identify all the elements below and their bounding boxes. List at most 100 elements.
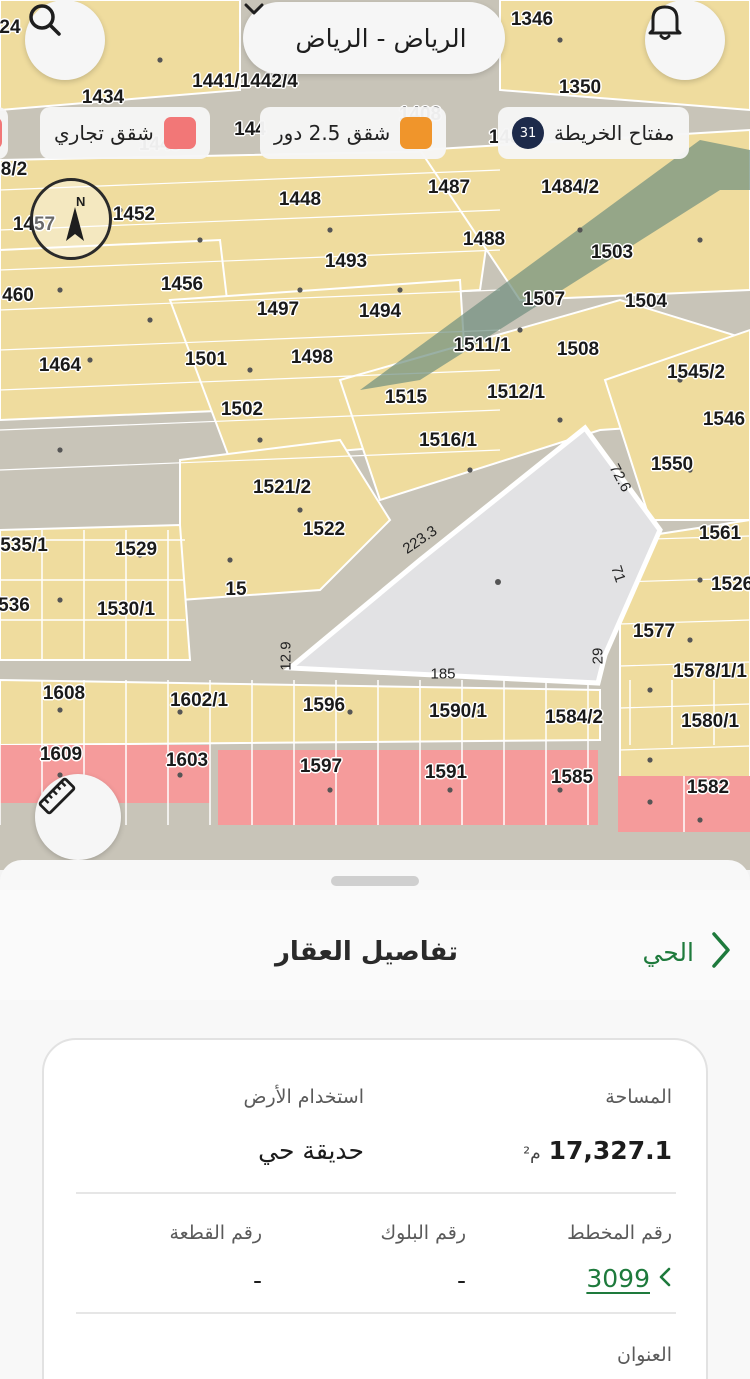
sheet-drag-handle[interactable]: [331, 876, 419, 886]
plot-dot: [57, 447, 63, 453]
plot-number-label[interactable]: 1596: [303, 695, 345, 717]
city-selector[interactable]: الرياض - الرياض: [243, 2, 505, 74]
plot-number-label[interactable]: 1487: [428, 177, 470, 199]
plot-number-label[interactable]: 1561: [699, 523, 741, 545]
land-use-value: حديقة حي: [258, 1136, 364, 1165]
plot-number-label[interactable]: 1546: [703, 409, 745, 431]
plot-number-label[interactable]: 1580/1: [681, 711, 739, 733]
map-view[interactable]: 24134614341441/1442/41404135014081449144…: [0, 0, 750, 870]
area-value: 17,327.1: [548, 1136, 672, 1165]
residential-block: [0, 678, 601, 747]
map-key-button[interactable]: مفتاح الخريطة 31: [498, 107, 689, 159]
plot-number-label[interactable]: 1577: [633, 621, 675, 643]
legend-item-partial[interactable]: [0, 107, 8, 159]
plot-number-label[interactable]: 1452: [113, 204, 155, 226]
plot-number-label[interactable]: 1484/2: [541, 177, 599, 199]
plan-number-label: رقم المخطط: [567, 1222, 672, 1244]
plot-number-label[interactable]: 1529: [115, 539, 157, 561]
plot-number-label[interactable]: 1503: [591, 242, 633, 264]
plot-number-label: رقم القطعة: [169, 1222, 262, 1244]
compass-button[interactable]: N: [30, 178, 112, 260]
property-details-card: المساحة استخدام الأرض 17,327.1 م² حديقة …: [42, 1038, 708, 1379]
search-button[interactable]: [25, 0, 105, 80]
area-value-group: 17,327.1 م²: [523, 1136, 672, 1165]
plot-number-label[interactable]: 15: [225, 579, 246, 601]
plot-dot: [257, 437, 263, 443]
dimension-label: 12.9: [277, 641, 295, 671]
plot-number-label[interactable]: 1493: [325, 251, 367, 273]
plot-number-label[interactable]: 1494: [359, 301, 401, 323]
plot-number-label[interactable]: 1504: [625, 291, 667, 313]
plot-number-label[interactable]: 1488: [463, 229, 505, 251]
plot-number-label[interactable]: 1521/2: [253, 477, 311, 499]
plot-number-label[interactable]: 1522: [303, 519, 345, 541]
plot-number-label[interactable]: 1526/2: [711, 574, 750, 596]
plot-number-label[interactable]: 1545/2: [667, 362, 725, 384]
district-label: الحي: [642, 937, 694, 967]
svg-text:N: N: [76, 194, 85, 209]
legend-label: شقق 2.5 دور: [274, 121, 391, 145]
plot-number-label[interactable]: 1501: [185, 349, 227, 371]
plot-number-label[interactable]: 1508: [557, 339, 599, 361]
plot-number-label[interactable]: 1441/1442/4: [192, 71, 298, 93]
plot-number-label[interactable]: 1578/1/1: [673, 661, 747, 683]
notifications-button[interactable]: [645, 0, 725, 80]
plan-number-link[interactable]: 3099: [586, 1264, 672, 1293]
plot-number-label[interactable]: 1498: [291, 347, 333, 369]
plot-dot: [297, 507, 303, 513]
plot-number-label[interactable]: 8/2: [1, 159, 27, 181]
plot-number-label[interactable]: 1609: [40, 744, 82, 766]
district-link[interactable]: الحي: [642, 930, 732, 974]
plot-number-label[interactable]: 1456: [161, 274, 203, 296]
plot-number-label[interactable]: 1591: [425, 762, 467, 784]
plot-dot: [687, 637, 693, 643]
plot-number-label[interactable]: 1497: [257, 299, 299, 321]
legend-item-apartments-2-5-floors[interactable]: شقق 2.5 دور: [260, 107, 447, 159]
plot-center-dot: [495, 579, 501, 585]
plot-number-label[interactable]: 1516/1: [419, 430, 477, 452]
plot-number-value: -: [252, 1266, 262, 1295]
plot-number-label[interactable]: 1597: [300, 756, 342, 778]
block-number-label: رقم البلوك: [380, 1222, 466, 1244]
plot-number-label[interactable]: 1608: [43, 683, 85, 705]
block-number-value: -: [456, 1266, 466, 1295]
plot-number-label[interactable]: 1603: [166, 750, 208, 772]
plot-number-label[interactable]: 535/1: [0, 535, 48, 557]
plot-dot: [647, 799, 653, 805]
plot-number-label[interactable]: 1582: [687, 777, 729, 799]
plot-number-label[interactable]: 24: [0, 17, 21, 39]
plot-number-label[interactable]: 1550: [651, 454, 693, 476]
plot-dot: [577, 227, 583, 233]
plot-number-label[interactable]: 1515: [385, 387, 427, 409]
plot-dot: [397, 287, 403, 293]
plot-number-label[interactable]: 1590/1: [429, 701, 487, 723]
plot-dot: [697, 817, 703, 823]
plot-number-label[interactable]: 1346: [511, 9, 553, 31]
legend-swatch: [400, 117, 433, 149]
plot-number-label[interactable]: 1602/1: [170, 690, 228, 712]
plot-number-label[interactable]: 1464: [39, 355, 81, 377]
plot-number-label[interactable]: 1511/1: [453, 335, 510, 357]
area-label: المساحة: [605, 1086, 672, 1108]
plot-number-label[interactable]: 1585: [551, 767, 593, 789]
plot-number-label[interactable]: 1512/1: [487, 382, 545, 404]
plot-dot: [57, 597, 63, 603]
plot-number-label[interactable]: 1530/1: [97, 599, 155, 621]
plot-number-label[interactable]: 1502: [221, 399, 263, 421]
plot-number-label[interactable]: 1584/2: [545, 707, 603, 729]
plot-number-label[interactable]: 1507: [523, 289, 565, 311]
plot-number-label[interactable]: 1350: [559, 77, 601, 99]
legend-label: شقق تجاري: [54, 121, 154, 145]
dimension-label: 29: [589, 647, 607, 665]
divider: [76, 1312, 676, 1314]
plot-dot: [517, 327, 523, 333]
plot-number-label[interactable]: 1448: [279, 189, 321, 211]
map-key-label: مفتاح الخريطة: [554, 121, 675, 145]
measure-button[interactable]: [35, 774, 121, 860]
plot-dot: [197, 237, 203, 243]
plot-number-label[interactable]: 460: [2, 285, 34, 307]
plot-number-label[interactable]: 1434: [82, 87, 124, 109]
plan-number-value: 3099: [586, 1264, 650, 1293]
legend-item-commercial-apartments[interactable]: شقق تجاري: [40, 107, 210, 159]
plot-number-label[interactable]: 536: [0, 595, 30, 617]
